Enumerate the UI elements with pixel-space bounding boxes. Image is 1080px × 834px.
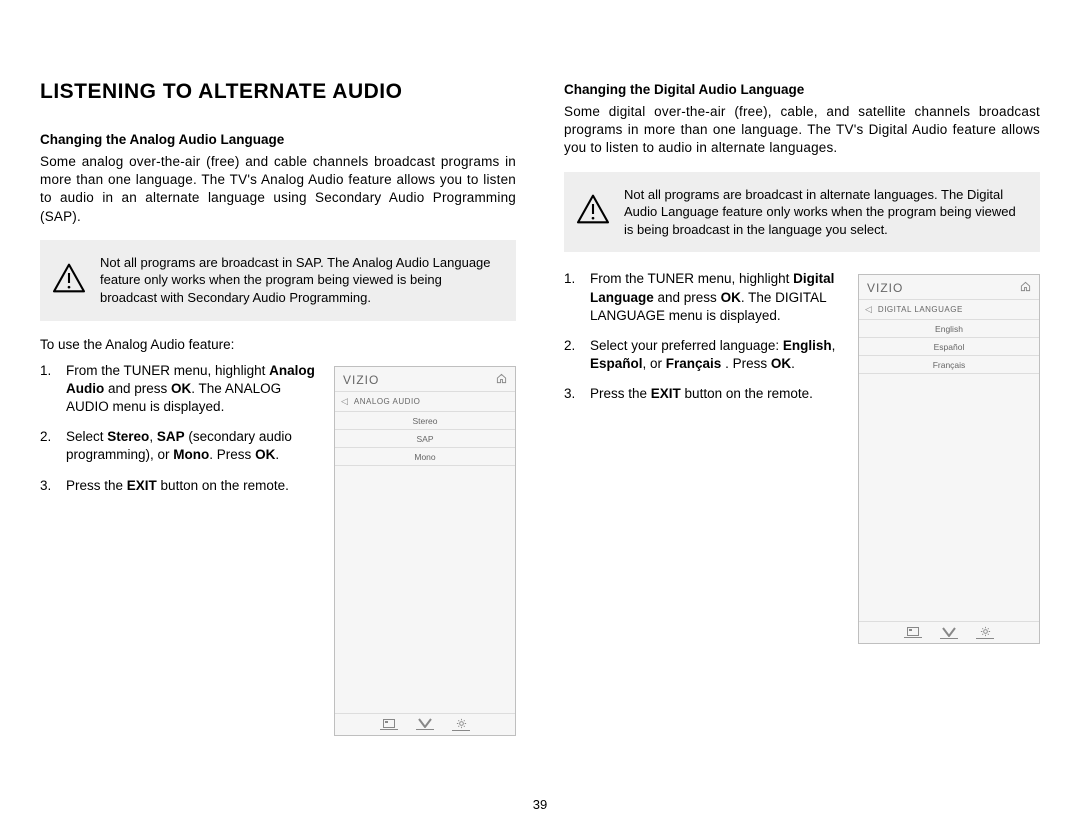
right-step-1: 1. From the TUNER menu, highlight Digita… xyxy=(564,270,844,325)
digital-menu-title: DIGITAL LANGUAGE xyxy=(878,305,963,314)
gear-icon xyxy=(452,718,470,731)
warning-icon xyxy=(576,194,610,229)
page-number: 39 xyxy=(0,797,1080,812)
back-icon: ◁ xyxy=(865,304,872,315)
section-title: LISTENING TO ALTERNATE AUDIO xyxy=(40,80,516,104)
right-steps-list: 1. From the TUNER menu, highlight Digita… xyxy=(564,270,844,644)
left-step-1: 1. From the TUNER menu, highlight Analog… xyxy=(40,362,320,417)
left-step-3: 3. Press the EXIT button on the remote. xyxy=(40,477,320,495)
digital-menu-item: Français xyxy=(859,356,1039,374)
back-icon: ◁ xyxy=(341,396,348,407)
digital-language-menu-screenshot: VIZIO ◁ DIGITAL LANGUAGE English Español… xyxy=(858,274,1040,644)
analog-audio-menu-screenshot: VIZIO ◁ ANALOG AUDIO Stereo SAP Mono xyxy=(334,366,516,736)
left-note-text: Not all programs are broadcast in SAP. T… xyxy=(100,254,502,307)
tv-brand-logo: VIZIO xyxy=(343,373,379,387)
left-column: LISTENING TO ALTERNATE AUDIO Changing th… xyxy=(40,80,516,736)
right-steps-block: 1. From the TUNER menu, highlight Digita… xyxy=(564,270,1040,644)
tv-footer-icons xyxy=(335,713,515,735)
tv-footer-icons xyxy=(859,621,1039,643)
digital-menu-item: English xyxy=(859,320,1039,338)
home-icon xyxy=(496,373,507,387)
right-column: Changing the Digital Audio Language Some… xyxy=(564,80,1040,736)
left-steps-list: 1. From the TUNER menu, highlight Analog… xyxy=(40,362,320,736)
warning-icon xyxy=(52,263,86,298)
cc-icon xyxy=(380,719,398,730)
left-steps-block: 1. From the TUNER menu, highlight Analog… xyxy=(40,362,516,736)
left-note-box: Not all programs are broadcast in SAP. T… xyxy=(40,240,516,321)
gear-icon xyxy=(976,626,994,639)
tv-brand-logo: VIZIO xyxy=(867,281,903,295)
digital-menu-item: Español xyxy=(859,338,1039,356)
right-intro: Some digital over-the-air (free), cable,… xyxy=(564,103,1040,158)
left-lead: To use the Analog Audio feature: xyxy=(40,337,516,352)
analog-menu-item: Mono xyxy=(335,448,515,466)
vizio-v-icon xyxy=(416,718,434,730)
right-note-text: Not all programs are broadcast in altern… xyxy=(624,186,1026,239)
right-subhead: Changing the Digital Audio Language xyxy=(564,82,1040,97)
home-icon xyxy=(1020,281,1031,295)
analog-menu-item: SAP xyxy=(335,430,515,448)
right-step-3: 3. Press the EXIT button on the remote. xyxy=(564,385,844,403)
left-step-2: 2. Select Stereo, SAP (secondary audio p… xyxy=(40,428,320,464)
analog-menu-item: Stereo xyxy=(335,412,515,430)
cc-icon xyxy=(904,627,922,638)
left-subhead: Changing the Analog Audio Language xyxy=(40,132,516,147)
vizio-v-icon xyxy=(940,627,958,639)
left-intro: Some analog over-the-air (free) and cabl… xyxy=(40,153,516,226)
analog-menu-title: ANALOG AUDIO xyxy=(354,397,420,406)
right-note-box: Not all programs are broadcast in altern… xyxy=(564,172,1040,253)
page-columns: LISTENING TO ALTERNATE AUDIO Changing th… xyxy=(40,80,1040,736)
right-step-2: 2. Select your preferred language: Engli… xyxy=(564,337,844,373)
